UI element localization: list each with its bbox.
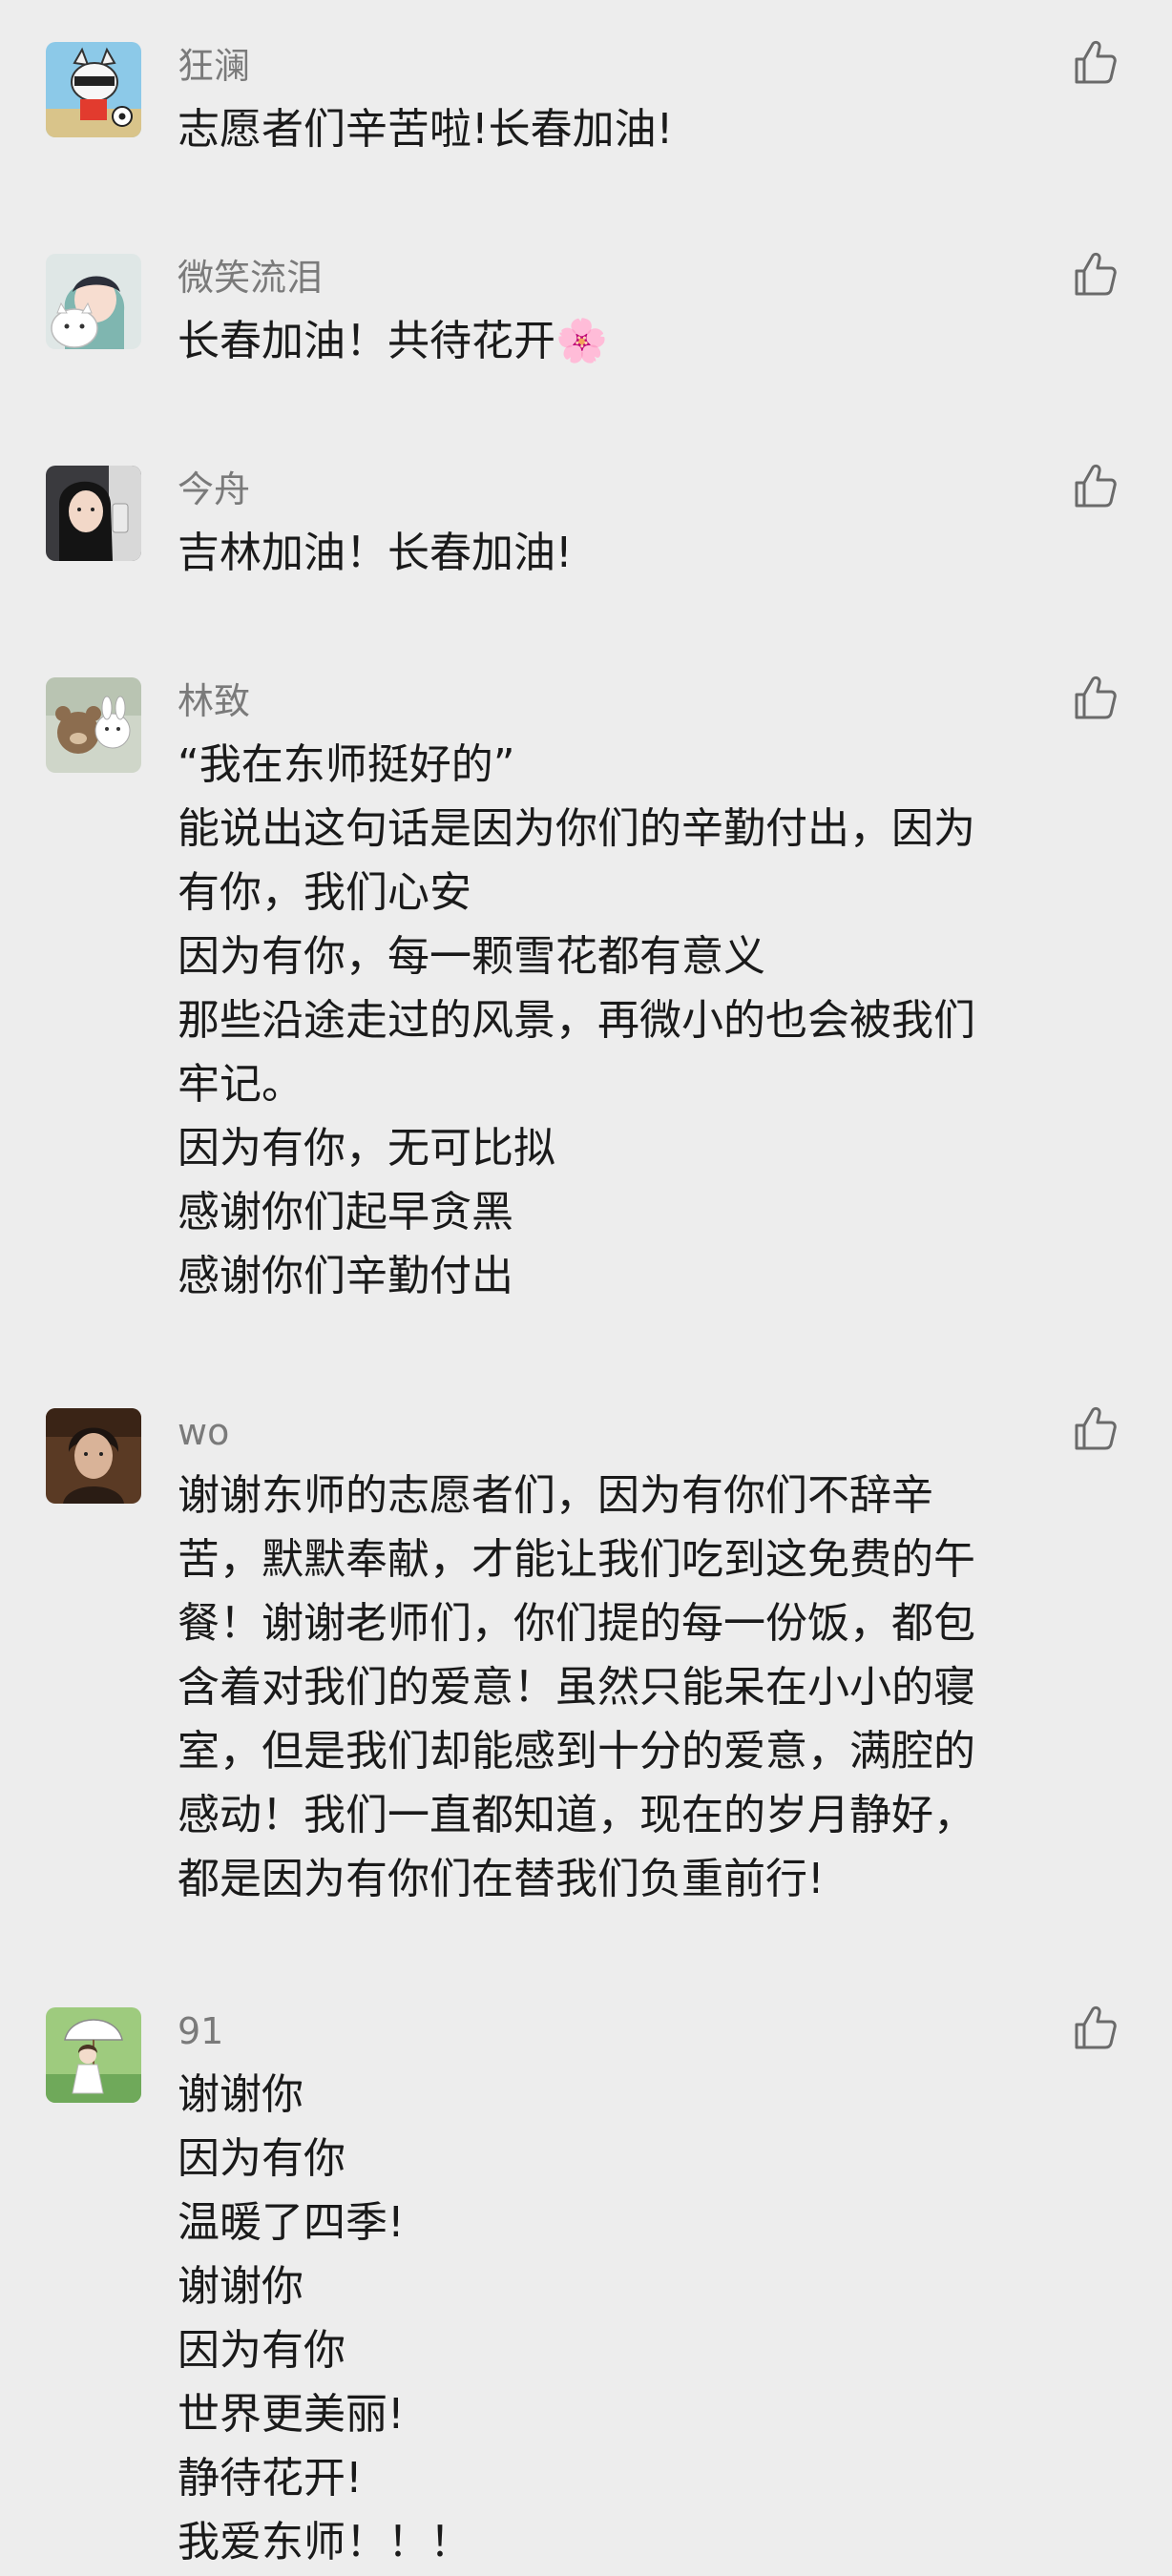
comment-line: 感动！我们一直都知道，现在的岁月静好， — [178, 1791, 975, 1839]
like-button[interactable] — [1071, 250, 1119, 298]
comment-line: 谢谢东师的志愿者们，因为有你们不辞辛 — [178, 1471, 933, 1520]
comment-line: 那些沿途走过的风景，再微小的也会被我们 — [178, 996, 975, 1045]
comment-text: 谢谢东师的志愿者们，因为有你们不辞辛 苦，默默奉献，才能让我们吃到这免费的午 餐… — [178, 1464, 1113, 1911]
man-portrait-avatar — [46, 1408, 141, 1504]
thumbs-up-icon — [1075, 1406, 1117, 1450]
comment-line: 静待花开! — [178, 2454, 363, 2503]
comment-text: 志愿者们辛苦啦!长春加油! — [178, 97, 1113, 161]
thumbs-up-icon — [1075, 464, 1117, 508]
comment-author-name[interactable]: 今舟 — [178, 466, 250, 513]
comment-line: 牢记。 — [178, 1060, 303, 1109]
avatar[interactable] — [46, 254, 141, 349]
like-button[interactable] — [1071, 674, 1119, 721]
comment-line: 温暖了四季! — [178, 2198, 405, 2247]
girl-with-kitten-avatar — [46, 254, 141, 349]
comment-line: 因为有你 — [178, 2134, 345, 2183]
comment-line: “我在东师挺好的” — [178, 740, 515, 789]
like-button[interactable] — [1071, 38, 1119, 86]
comment-line: 我爱东师！！！ — [178, 2518, 471, 2566]
comment-author-name[interactable]: 狂澜 — [178, 42, 250, 90]
avatar[interactable] — [46, 1408, 141, 1504]
comment-author-name[interactable]: wo — [178, 1408, 229, 1456]
avatar[interactable] — [46, 42, 141, 137]
thumbs-up-icon — [1075, 252, 1117, 296]
comment-text: 长春加油！共待花开🌸 — [178, 309, 1113, 373]
comment-line: 因为有你，无可比拟 — [178, 1124, 555, 1173]
thumbs-up-icon — [1075, 675, 1117, 719]
comment-line: 餐！谢谢老师们，你们提的每一份饭，都包 — [178, 1599, 975, 1648]
cartoon-cat-soccer-avatar — [46, 42, 141, 137]
comment-line: 因为有你，每一颗雪花都有意义 — [178, 932, 765, 981]
comment-line: 长春加油！共待花开🌸 — [178, 317, 608, 365]
comment-text: 吉林加油！长春加油! — [178, 521, 1113, 585]
avatar[interactable] — [46, 466, 141, 561]
comment-text: 谢谢你 因为有你 温暖了四季! 谢谢你 因为有你 世界更美丽! 静待花开! 我爱… — [178, 2063, 1113, 2574]
comment-line: 有你，我们心安 — [178, 868, 471, 917]
comment-line: 谢谢你 — [178, 2070, 303, 2119]
comment-line: 因为有你 — [178, 2326, 345, 2375]
comment-line: 志愿者们辛苦啦!长春加油! — [178, 105, 674, 154]
comment-line: 世界更美丽! — [178, 2390, 405, 2439]
comment-line: 苦，默默奉献，才能让我们吃到这免费的午 — [178, 1535, 975, 1584]
avatar[interactable] — [46, 2007, 141, 2103]
comment-author-name[interactable]: 林致 — [178, 677, 250, 725]
comment-line: 感谢你们辛勤付出 — [178, 1252, 513, 1300]
comment-text: “我在东师挺好的” 能说出这句话是因为你们的辛勤付出，因为 有你，我们心安 因为… — [178, 733, 1113, 1308]
comment-line: 室，但是我们却能感到十分的爱意，满腔的 — [178, 1727, 975, 1776]
comment-author-name[interactable]: 91 — [178, 2007, 223, 2055]
comment-line: 感谢你们起早贪黑 — [178, 1188, 513, 1236]
comment-line: 含着对我们的爱意！虽然只能呆在小小的寝 — [178, 1663, 975, 1712]
avatar[interactable] — [46, 677, 141, 773]
like-button[interactable] — [1071, 2004, 1119, 2051]
comment-author-name[interactable]: 微笑流泪 — [178, 254, 323, 301]
thumbs-up-icon — [1075, 40, 1117, 84]
like-button[interactable] — [1071, 462, 1119, 509]
selfie-girl-avatar — [46, 466, 141, 561]
comment-line: 谢谢你 — [178, 2262, 303, 2311]
comment-line: 能说出这句话是因为你们的辛勤付出，因为 — [178, 804, 975, 853]
comment-line: 都是因为有你们在替我们负重前行! — [178, 1855, 825, 1903]
like-button[interactable] — [1071, 1404, 1119, 1452]
comment-line: 吉林加油！长春加油! — [178, 529, 573, 577]
anime-girl-umbrella-avatar — [46, 2007, 141, 2103]
thumbs-up-icon — [1075, 2005, 1117, 2049]
cartoon-animals-avatar — [46, 677, 141, 773]
